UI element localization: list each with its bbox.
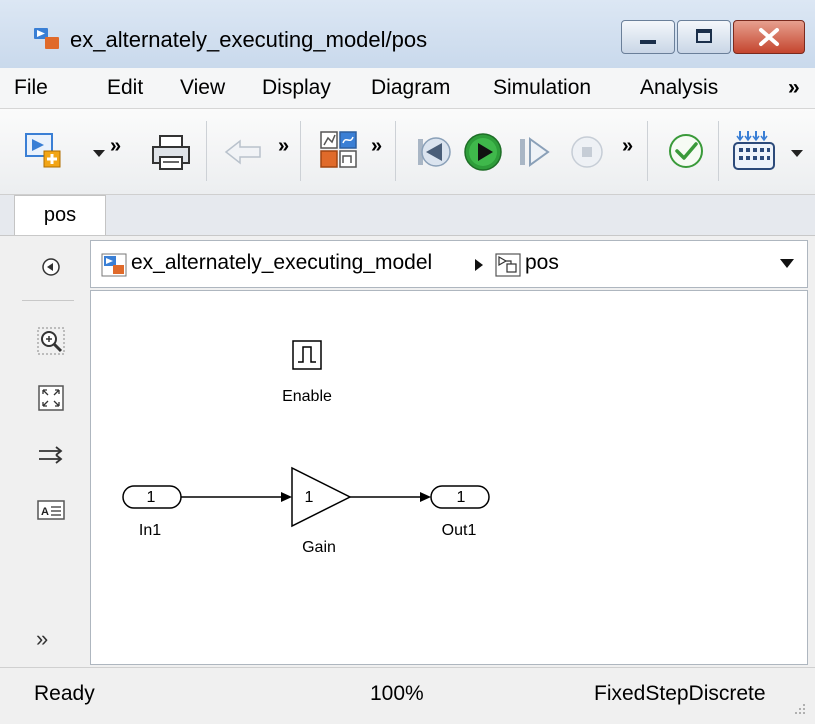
close-button[interactable]	[733, 20, 805, 54]
menu-analysis[interactable]: Analysis	[640, 76, 718, 100]
tab-pos[interactable]: pos	[14, 195, 106, 235]
step-forward-icon[interactable]	[514, 133, 554, 171]
enable-label: Enable	[282, 388, 332, 405]
subsystem-icon	[495, 253, 521, 277]
zoom-icon[interactable]	[36, 326, 66, 356]
enable-block[interactable]	[292, 340, 322, 370]
window-title: ex_alternately_executing_model/pos	[70, 27, 428, 52]
toolbar-overflow-4[interactable]: »	[622, 135, 633, 158]
update-diagram-check-icon[interactable]	[666, 131, 706, 171]
block-diagram: Enable 1 In1 1 Gain 1 Out1	[122, 340, 490, 556]
print-icon[interactable]	[150, 133, 192, 173]
status-state: Ready	[34, 682, 95, 705]
chevron-down-icon[interactable]	[790, 149, 804, 159]
outport-number: 1	[457, 489, 466, 506]
arrowhead	[281, 492, 292, 502]
route-lines-icon[interactable]	[36, 440, 66, 470]
menu-bar: File Edit View Display Diagram Simulatio…	[0, 68, 815, 109]
toolbar-separator	[300, 121, 301, 181]
model-settings-icon[interactable]	[732, 127, 778, 173]
menu-file[interactable]: File	[14, 76, 48, 100]
gain-value: 1	[305, 489, 314, 506]
toolbar-separator	[718, 121, 719, 181]
diagram-canvas[interactable]: Enable 1 In1 1 Gain 1 Out1	[90, 290, 808, 665]
arrowhead	[420, 492, 431, 502]
status-bar: Ready 100% FixedStepDiscrete	[0, 667, 815, 724]
inport-number: 1	[147, 489, 156, 506]
status-zoom: 100%	[370, 682, 424, 705]
svg-text:A: A	[41, 506, 49, 518]
resize-grip-icon[interactable]	[793, 702, 807, 716]
menu-simulation[interactable]: Simulation	[493, 76, 591, 100]
minimize-button[interactable]	[621, 20, 675, 54]
toolbar-overflow-3[interactable]: »	[371, 135, 382, 158]
menu-overflow-button[interactable]: »	[788, 76, 800, 100]
gain-block[interactable]	[291, 466, 352, 528]
chevron-down-icon[interactable]	[779, 258, 795, 270]
fit-to-view-icon[interactable]	[36, 383, 66, 413]
breadcrumb: ex_alternately_executing_model pos	[90, 240, 808, 288]
library-browser-icon[interactable]	[318, 129, 360, 171]
new-model-icon[interactable]	[24, 131, 64, 171]
breadcrumb-subsystem[interactable]: pos	[525, 251, 559, 275]
status-solver: FixedStepDiscrete	[594, 682, 766, 705]
menu-view[interactable]: View	[180, 76, 225, 100]
outport-label: Out1	[442, 522, 477, 539]
palette-separator	[22, 300, 74, 301]
title-bar[interactable]: ex_alternately_executing_model/pos	[0, 0, 815, 69]
gain-label: Gain	[302, 539, 336, 556]
menu-edit[interactable]: Edit	[107, 76, 143, 100]
tool-palette: A »	[0, 236, 88, 666]
run-icon[interactable]	[462, 131, 504, 173]
menu-display[interactable]: Display	[262, 76, 331, 100]
breadcrumb-model[interactable]: ex_alternately_executing_model	[131, 251, 432, 275]
simulink-model-icon	[34, 28, 59, 49]
inport-label: In1	[139, 522, 161, 539]
model-icon	[101, 253, 127, 277]
toolbar-separator	[647, 121, 648, 181]
maximize-icon	[696, 29, 712, 43]
step-back-icon[interactable]	[412, 133, 452, 171]
toolbar: » » » »	[0, 109, 815, 195]
toolbar-separator	[206, 121, 207, 181]
annotation-icon[interactable]: A	[36, 495, 66, 525]
minimize-icon	[640, 40, 656, 44]
palette-expand-button[interactable]: »	[36, 626, 48, 652]
maximize-button[interactable]	[677, 20, 731, 54]
toolbar-overflow-1[interactable]: »	[110, 135, 121, 158]
toolbar-separator	[395, 121, 396, 181]
toolbar-overflow-2[interactable]: »	[278, 135, 289, 158]
chevron-down-icon[interactable]	[92, 149, 106, 159]
hide-explorer-bar-icon[interactable]	[36, 252, 66, 282]
simulink-window: ex_alternately_executing_model/pos File …	[0, 0, 815, 724]
close-icon	[759, 28, 779, 46]
menu-diagram[interactable]: Diagram	[371, 76, 450, 100]
breadcrumb-separator-icon	[475, 259, 483, 271]
tab-bar: pos	[0, 195, 815, 236]
back-arrow-icon[interactable]	[222, 137, 264, 167]
stop-icon[interactable]	[568, 133, 606, 171]
